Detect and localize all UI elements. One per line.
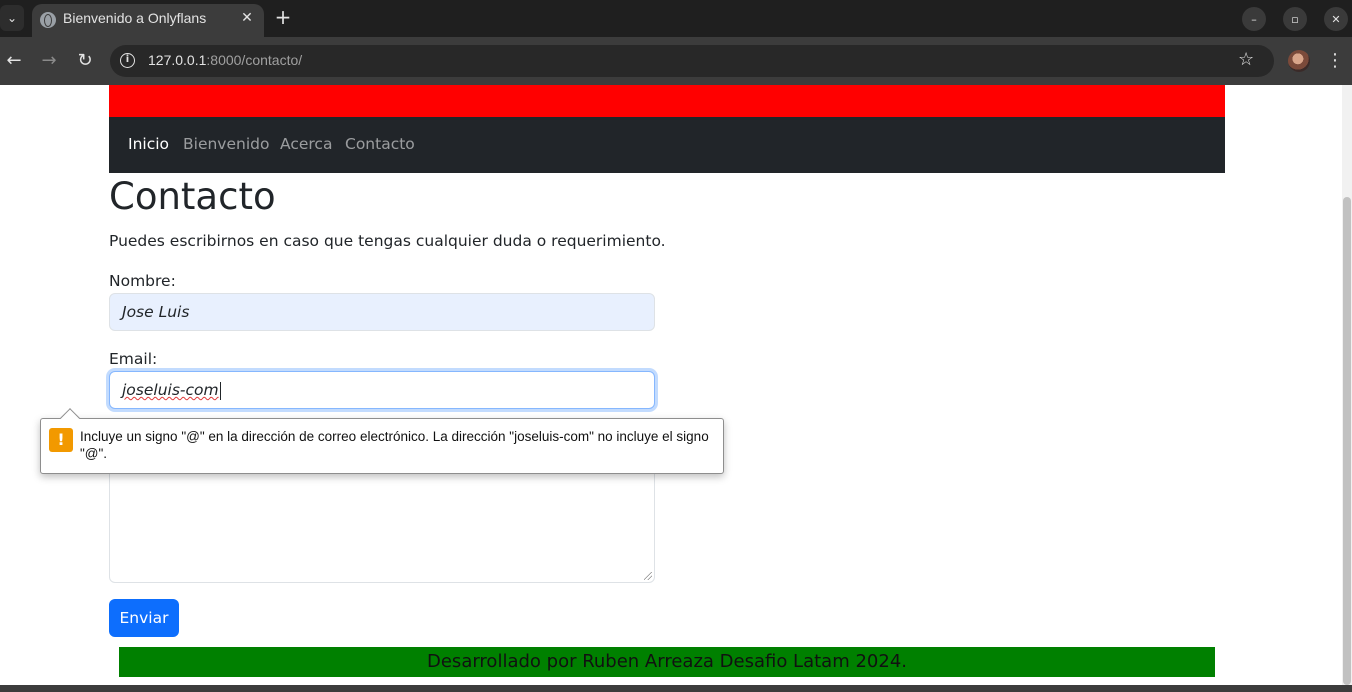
url-text: 127.0.0.1:8000/contacto/: [148, 52, 302, 68]
nav-link-acerca[interactable]: Acerca: [280, 135, 332, 153]
email-input-value: joseluis-com: [122, 381, 219, 399]
message-textarea[interactable]: [109, 459, 655, 583]
nav-link-inicio[interactable]: Inicio: [128, 135, 169, 153]
name-label: Nombre:: [109, 272, 176, 290]
nav-link-contacto[interactable]: Contacto: [345, 135, 415, 153]
tooltip-arrow: [60, 408, 80, 428]
browser-tab[interactable]: Bienvenido a Onlyflans ✕: [32, 4, 264, 37]
site-navbar: Inicio Bienvenido Acerca Contacto: [109, 117, 1225, 173]
forward-icon[interactable]: →: [37, 49, 61, 73]
bookmark-star-icon[interactable]: ☆: [1238, 49, 1254, 70]
browser-menu-icon[interactable]: ⋮: [1325, 49, 1345, 73]
email-label: Email:: [109, 350, 158, 368]
url-path: :8000/contacto/: [206, 52, 303, 68]
page-description: Puedes escribirnos en caso que tengas cu…: [109, 232, 666, 250]
validation-tooltip: ! Incluye un signo "@" en la dirección d…: [40, 408, 724, 474]
new-tab-icon[interactable]: +: [272, 6, 294, 28]
close-window-icon[interactable]: ✕: [1324, 7, 1348, 31]
tab-list-icon[interactable]: ⌄: [0, 5, 24, 31]
page-viewport: Inicio Bienvenido Acerca Contacto Contac…: [0, 85, 1352, 692]
validation-message: Incluye un signo "@" en la dirección de …: [80, 429, 709, 461]
tab-close-icon[interactable]: ✕: [238, 9, 256, 27]
globe-icon: [40, 12, 56, 28]
site-info-icon[interactable]: i: [120, 53, 135, 68]
tab-title: Bienvenido a Onlyflans: [63, 10, 207, 26]
profile-avatar[interactable]: [1288, 50, 1310, 72]
scrollbar-thumb[interactable]: [1343, 197, 1351, 685]
site-footer: Desarrollado por Ruben Arreaza Desafio L…: [119, 647, 1215, 677]
name-input[interactable]: Jose Luis: [109, 293, 655, 331]
submit-button[interactable]: Enviar: [109, 599, 179, 637]
browser-toolbar: ← → ↻ i 127.0.0.1:8000/contacto/ ☆ ⋮: [0, 37, 1352, 85]
back-icon[interactable]: ←: [2, 49, 26, 73]
reload-icon[interactable]: ↻: [73, 49, 97, 73]
window-bottom-edge: [0, 685, 1352, 692]
url-host: 127.0.0.1: [148, 52, 207, 68]
text-caret: [219, 381, 221, 400]
resize-handle-icon[interactable]: [644, 572, 652, 580]
browser-tab-bar: ⌄ Bienvenido a Onlyflans ✕ + – ▫ ✕: [0, 0, 1352, 37]
maximize-icon[interactable]: ▫: [1283, 7, 1307, 31]
nav-link-bienvenido[interactable]: Bienvenido: [183, 135, 269, 153]
name-input-value: Jose Luis: [122, 303, 190, 321]
address-bar[interactable]: i 127.0.0.1:8000/contacto/ ☆: [110, 45, 1274, 77]
page-scrollbar[interactable]: [1342, 85, 1352, 685]
header-banner: [109, 85, 1225, 117]
page-title: Contacto: [109, 175, 276, 218]
warning-icon: !: [49, 428, 73, 452]
minimize-icon[interactable]: –: [1242, 7, 1266, 31]
email-input[interactable]: joseluis-com: [109, 371, 655, 409]
